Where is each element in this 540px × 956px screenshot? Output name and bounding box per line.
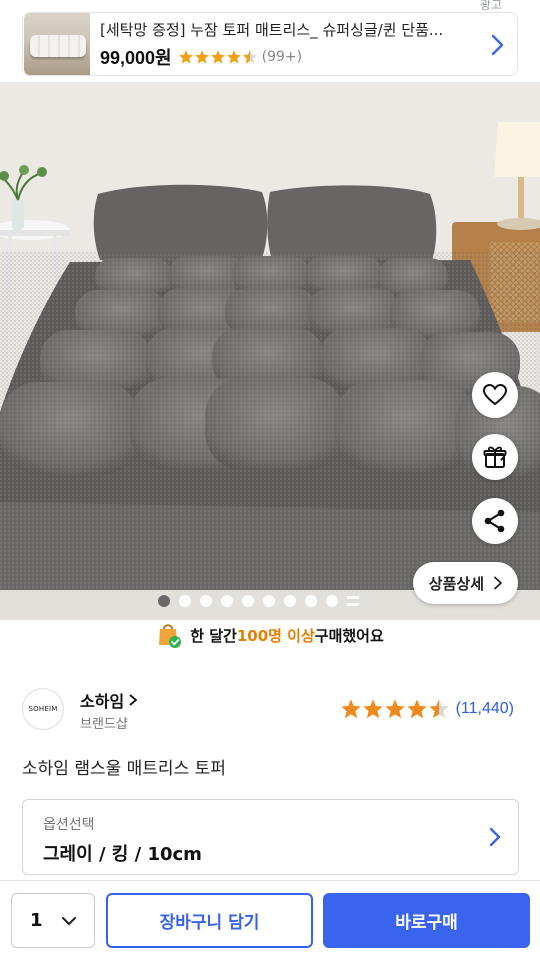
notice-suffix: 구매했어요: [314, 626, 384, 645]
gallery-page-indicator: [158, 595, 359, 607]
wishlist-button[interactable]: [472, 372, 518, 418]
gallery-dot[interactable]: [305, 595, 317, 607]
chevron-down-icon: [61, 916, 76, 925]
gift-button[interactable]: [472, 434, 518, 480]
brand-name: 소하임: [80, 692, 125, 711]
star-icon: [242, 49, 258, 65]
option-select[interactable]: 옵션선택 그레이 / 킹 / 10cm: [22, 799, 519, 875]
gift-icon: [483, 446, 507, 468]
star-rating: [340, 698, 450, 720]
option-label: 옵션선택: [43, 817, 95, 833]
star-icon: [362, 698, 384, 720]
brand-shop-label: 브랜드샵: [80, 717, 128, 732]
add-to-cart-button[interactable]: 장바구니 담기: [106, 893, 313, 948]
star-icon: [384, 698, 406, 720]
ad-thumbnail: [24, 13, 90, 75]
chevron-right-icon: [129, 694, 138, 706]
gallery-dot[interactable]: [200, 595, 212, 607]
chevron-right-icon: [494, 576, 502, 590]
product-detail-button[interactable]: 상품상세: [412, 562, 518, 604]
star-icon: [194, 49, 210, 65]
review-count[interactable]: (11,440): [456, 700, 514, 718]
review-rating[interactable]: (11,440): [340, 698, 514, 720]
bottom-action-bar: 1 장바구니 담기 바로구매: [0, 880, 540, 956]
ad-review-count: (99+): [261, 48, 303, 65]
brand-logo-text: SOHEIM: [28, 705, 58, 713]
share-button[interactable]: [472, 498, 518, 544]
star-icon: [226, 49, 242, 65]
share-icon: [484, 509, 505, 533]
quantity-value: 1: [30, 910, 43, 931]
product-detail-label: 상품상세: [428, 574, 484, 593]
ad-title: [세탁망 증정] 누잠 토퍼 매트리스_ 슈퍼싱글/퀸 단품...: [100, 20, 444, 39]
gallery-dot[interactable]: [284, 595, 296, 607]
gallery-dot[interactable]: [326, 595, 338, 607]
star-icon: [178, 49, 194, 65]
heart-icon: [482, 383, 508, 406]
gallery-more-indicator: [347, 596, 359, 606]
gallery-dot[interactable]: [263, 595, 275, 607]
shopping-bag-icon: [159, 624, 182, 648]
quantity-select[interactable]: 1: [11, 893, 95, 948]
star-icon: [210, 49, 226, 65]
gallery-dot[interactable]: [242, 595, 254, 607]
brand-shop-link[interactable]: 소하임: [80, 688, 138, 712]
gallery-dot[interactable]: [221, 595, 233, 607]
star-icon: [428, 698, 450, 720]
star-icon: [406, 698, 428, 720]
gallery-dot[interactable]: [158, 595, 170, 607]
option-selected-value: 그레이 / 킹 / 10cm: [43, 844, 202, 865]
ad-banner[interactable]: [세탁망 증정] 누잠 토퍼 매트리스_ 슈퍼싱글/퀸 단품... 99,000…: [22, 12, 518, 76]
star-icon: [340, 698, 362, 720]
purchase-count-notice: 한 달간 100명 이상 구매했어요: [0, 620, 540, 650]
brand-logo[interactable]: SOHEIM: [22, 688, 64, 730]
mattress-topper-photo: [0, 82, 540, 620]
ad-star-rating: [178, 49, 258, 65]
gallery-dot[interactable]: [179, 595, 191, 607]
buy-now-button[interactable]: 바로구매: [323, 893, 530, 948]
notice-highlight: 100명 이상: [236, 626, 315, 645]
product-title: 소하임 램스울 매트리스 토퍼: [22, 759, 226, 779]
chevron-right-icon: [491, 34, 504, 56]
ad-price: 99,000원: [100, 47, 172, 68]
chevron-right-icon: [489, 827, 501, 847]
product-image-gallery[interactable]: 상품상세: [0, 82, 540, 620]
notice-prefix: 한 달간: [190, 626, 237, 645]
